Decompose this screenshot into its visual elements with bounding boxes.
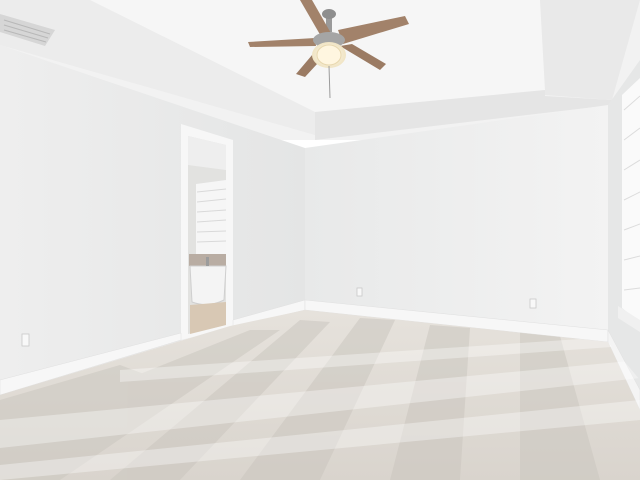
bathroom-window — [196, 180, 226, 254]
freestanding-bathtub — [189, 265, 227, 306]
wall-outlet-back-center — [356, 287, 363, 297]
bathtub-faucet — [206, 257, 209, 266]
wall-outlet-left — [21, 333, 30, 347]
fan-canopy — [322, 9, 336, 19]
fan-light-globe — [316, 44, 342, 66]
wall-outlet-back-right — [529, 298, 537, 309]
room-scene — [0, 0, 640, 480]
